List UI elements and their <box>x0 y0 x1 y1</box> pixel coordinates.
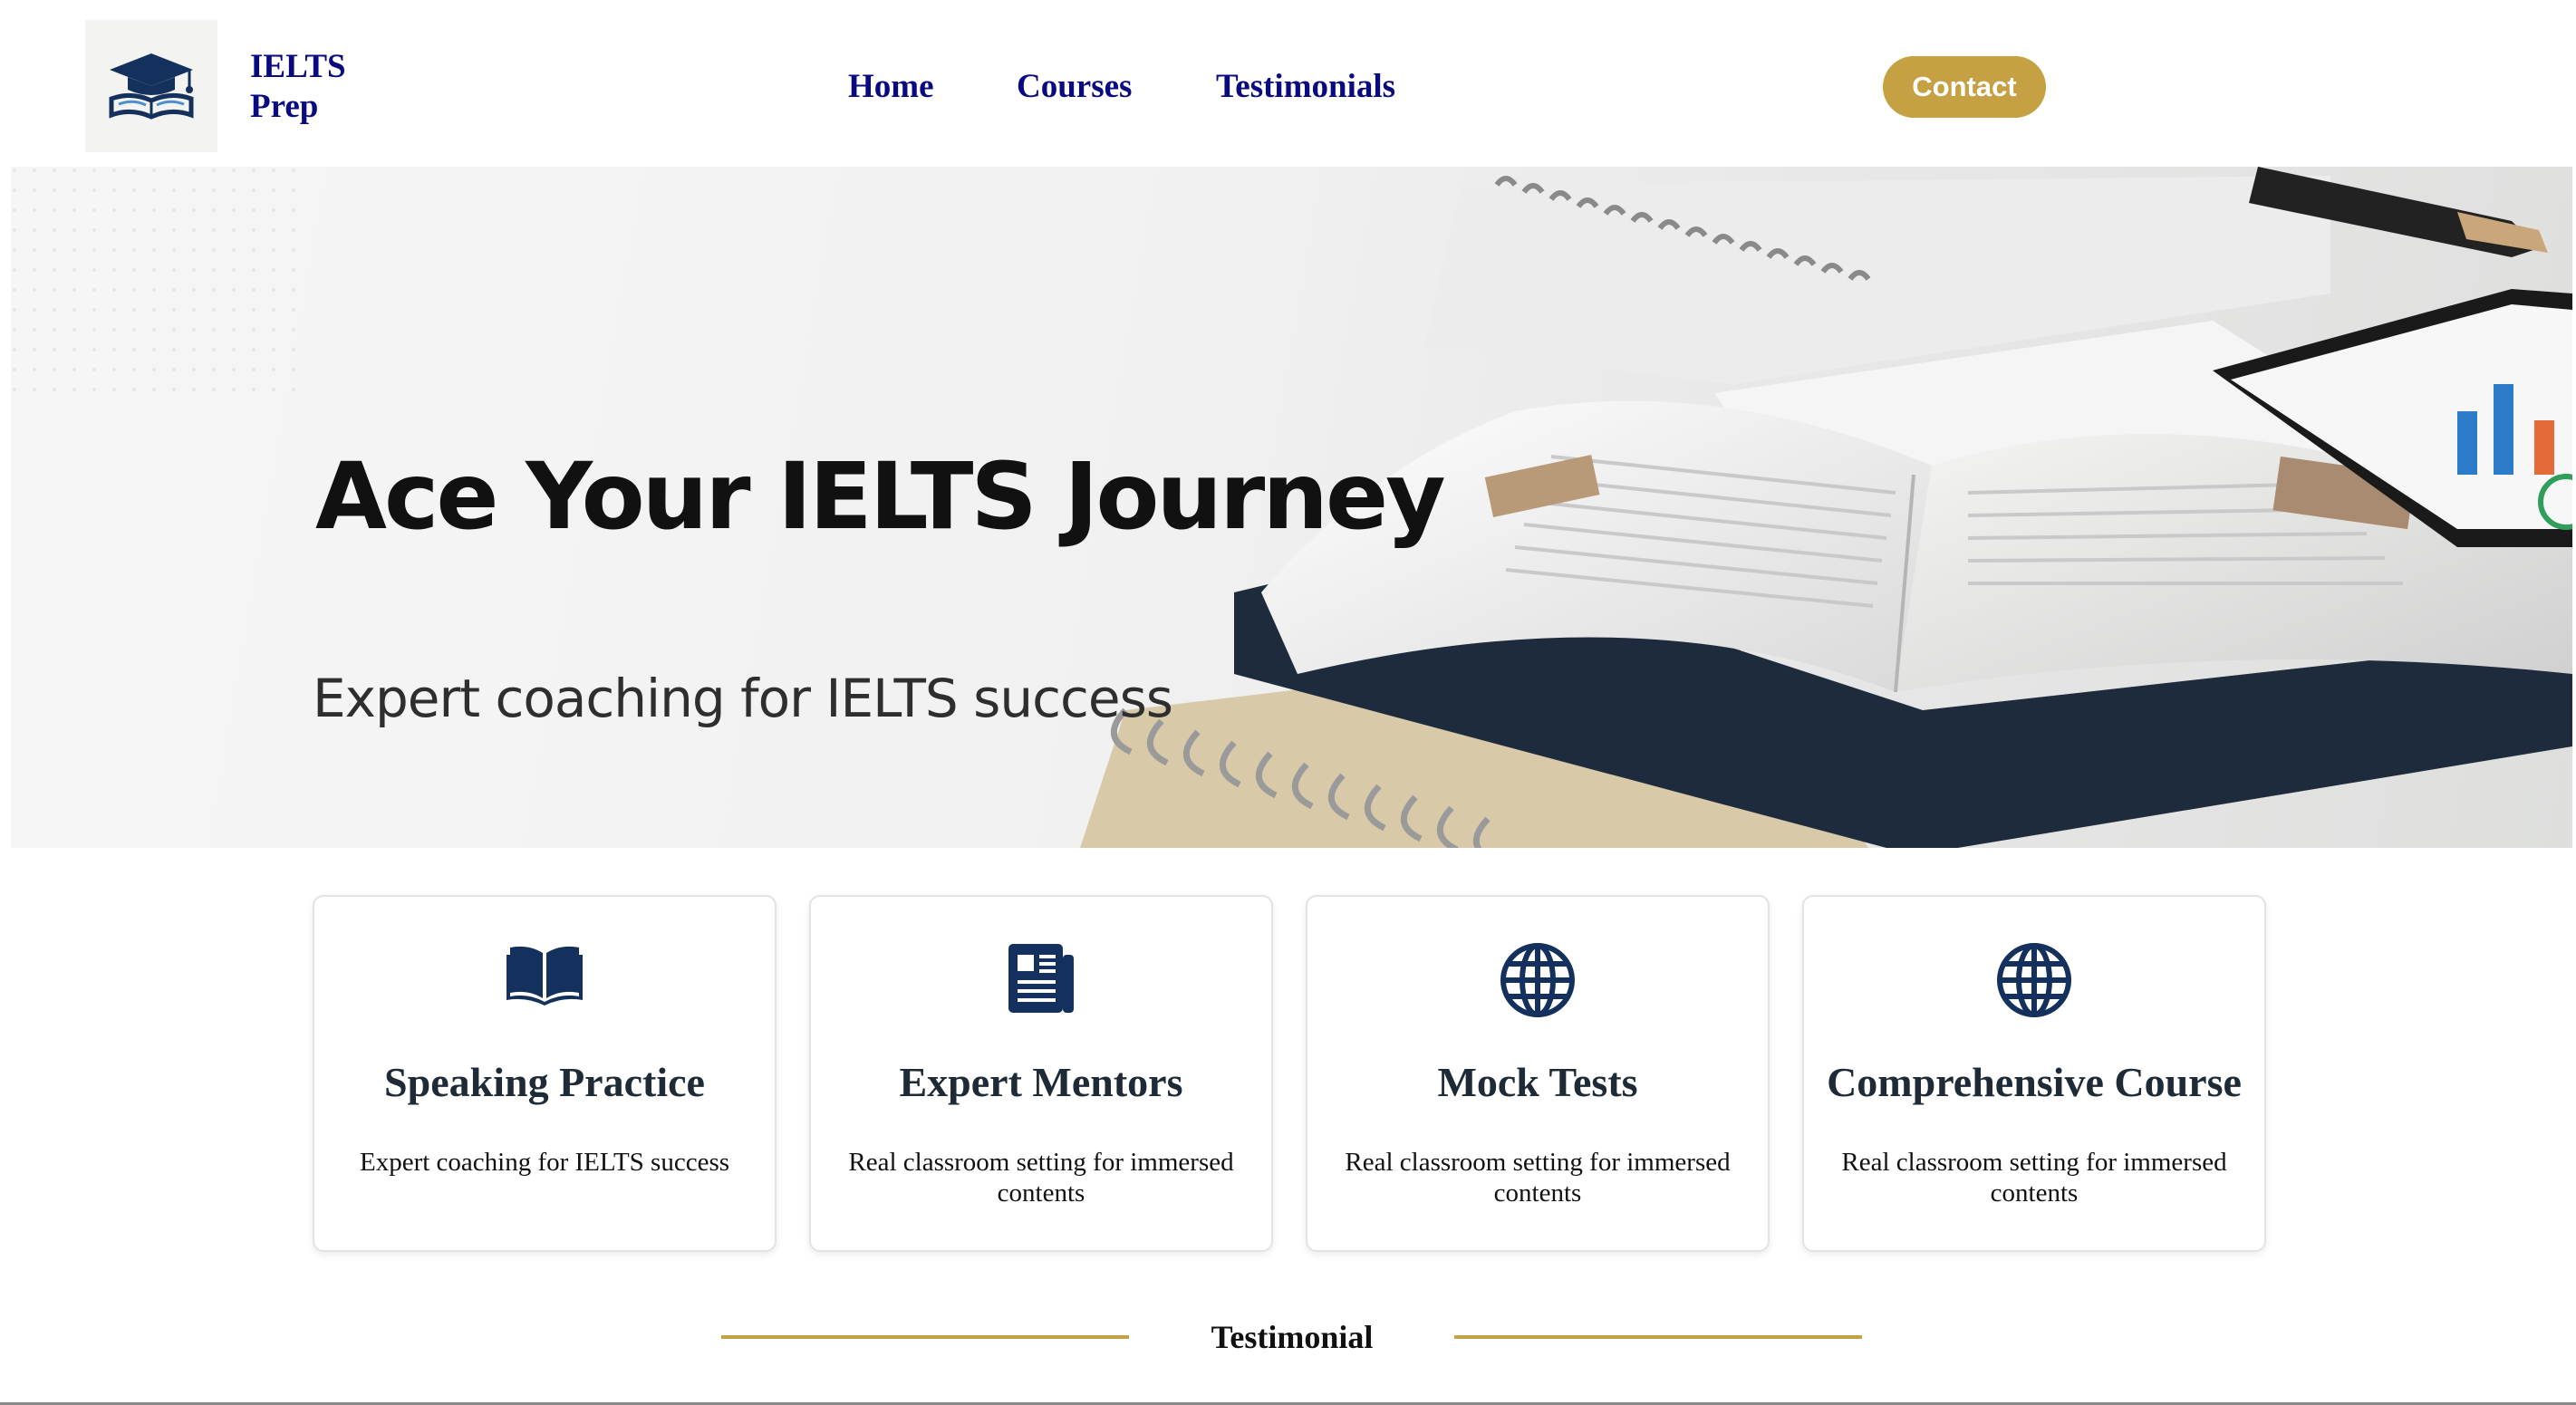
brand-line-2: Prep <box>250 88 319 125</box>
feature-description: Expert coaching for IELTS success <box>359 1148 730 1177</box>
nav-testimonials[interactable]: Testimonials <box>1216 63 1395 111</box>
open-book-icon <box>507 946 583 1006</box>
globe-icon <box>1500 943 1575 1017</box>
contact-button[interactable]: Contact <box>1883 56 2046 118</box>
hero-banner: Ace Your IELTS Journey Expert coaching f… <box>11 167 2572 848</box>
nav-home[interactable]: Home <box>848 63 934 111</box>
divider-right <box>1454 1335 1862 1339</box>
feature-description: Real classroom setting for immersed cont… <box>848 1148 1234 1208</box>
globe-icon <box>1997 943 2071 1017</box>
feature-card-expert-mentors[interactable]: Expert Mentors Real classroom setting fo… <box>809 895 1273 1252</box>
feature-description: Real classroom setting for immersed cont… <box>1345 1148 1731 1208</box>
feature-card-speaking-practice[interactable]: Speaking Practice Expert coaching for IE… <box>313 895 777 1252</box>
feature-description: Real classroom setting for immersed cont… <box>1841 1148 2227 1208</box>
feature-title: Comprehensive Course <box>1827 1059 2242 1105</box>
feature-title: Speaking Practice <box>384 1059 705 1105</box>
testimonial-heading: Testimonial <box>1211 1319 1374 1355</box>
feature-title: Expert Mentors <box>899 1059 1183 1105</box>
hero-subtitle: Expert coaching for IELTS success <box>313 668 1173 729</box>
feature-card-mock-tests[interactable]: Mock Tests Real classroom setting for im… <box>1306 895 1770 1252</box>
divider-left <box>721 1335 1129 1339</box>
hero-title: Ace Your IELTS Journey <box>315 443 1446 551</box>
graduation-cap-book-icon <box>109 53 194 120</box>
feature-card-comprehensive-course[interactable]: Comprehensive Course Real classroom sett… <box>1802 895 2266 1252</box>
brand-name[interactable]: IELTS Prep <box>250 47 346 127</box>
feature-title: Mock Tests <box>1437 1059 1638 1105</box>
logo[interactable] <box>85 20 217 152</box>
brand-line-1: IELTS <box>250 48 346 85</box>
newspaper-icon <box>1008 944 1074 1013</box>
nav-courses[interactable]: Courses <box>1017 63 1132 111</box>
site-header: IELTS Prep Home Courses Testimonials Con… <box>0 0 2576 167</box>
